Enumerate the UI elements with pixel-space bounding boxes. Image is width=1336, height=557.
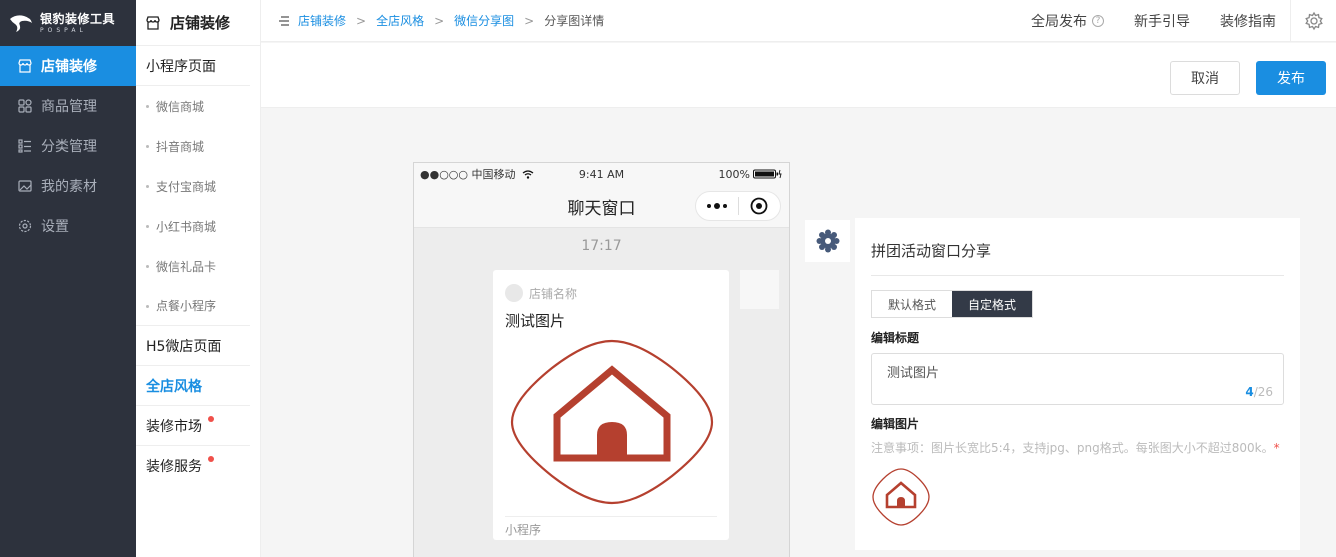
title-input-value: 测试图片	[887, 366, 940, 381]
title-input[interactable]: 测试图片 4/26	[871, 353, 1284, 405]
leopard-logo-icon	[10, 15, 32, 32]
question-icon[interactable]: ?	[1092, 14, 1104, 27]
user-avatar	[740, 270, 779, 309]
nav-item-label: 商品管理	[41, 99, 97, 115]
tab-default-format[interactable]: 默认格式	[872, 291, 952, 317]
notification-dot	[208, 456, 214, 462]
panel-divider	[871, 275, 1284, 276]
gear-icon	[18, 219, 32, 233]
breadcrumb-item[interactable]: 全店风格	[376, 12, 424, 29]
gear-icon	[1304, 11, 1323, 30]
subnav-title-label: 店铺装修	[170, 14, 231, 32]
top-actions: 全局发布 ? 新手引导 装修指南	[1031, 0, 1336, 41]
edit-image-label: 编辑图片	[871, 417, 920, 431]
nav-item-label: 我的素材	[41, 179, 97, 195]
publish-all-label: 全局发布	[1031, 13, 1087, 30]
close-capsule-button[interactable]	[739, 192, 781, 220]
breadcrumb-item[interactable]: 店铺装修	[298, 12, 346, 29]
shop-icon	[146, 15, 160, 30]
grid-icon	[18, 99, 32, 113]
subnav-service-label: 装修服务	[146, 459, 202, 475]
more-dots-button[interactable]	[696, 192, 738, 220]
share-card: 店铺名称 测试图片 小程序	[493, 270, 729, 540]
subnav-store-style[interactable]: 全店风格	[136, 366, 250, 406]
subnav-item-wechat-gift-card[interactable]: 微信礼品卡	[136, 246, 260, 286]
subnav-h5-pages[interactable]: H5微店页面	[136, 326, 250, 366]
nav-item-settings[interactable]: 设置	[0, 206, 136, 246]
subnav-item-ordering-mini-program[interactable]: 点餐小程序	[136, 286, 250, 326]
subnav-title: 店铺装修	[136, 0, 260, 46]
share-card-footer: 小程序	[505, 516, 717, 538]
tab-custom-format[interactable]: 自定格式	[952, 291, 1032, 317]
nav-item-product-management[interactable]: 商品管理	[0, 86, 136, 126]
subnav-market-label: 装修市场	[146, 418, 202, 435]
nav-item-label: 店铺装修	[41, 59, 97, 75]
phone-time: 9:41 AM	[578, 167, 625, 181]
brand-subtitle: POSPAL	[40, 26, 87, 34]
notification-dot	[208, 416, 214, 422]
decoration-manual-link[interactable]: 装修指南	[1220, 11, 1276, 31]
shop-info: 店铺名称	[493, 270, 729, 302]
gear-icon	[816, 229, 839, 253]
required-mark: *	[1273, 441, 1280, 455]
nav-item-category-management[interactable]: 分类管理	[0, 126, 136, 166]
image-thumbnail[interactable]	[871, 467, 931, 527]
share-settings-panel: 拼团活动窗口分享 默认格式 自定格式 编辑标题 测试图片 4/26 编辑图片 注…	[855, 218, 1300, 550]
subnav-item-douyin-mall[interactable]: 抖音商城	[136, 126, 260, 166]
target-close-icon	[750, 197, 768, 215]
nav-item-label: 分类管理	[41, 139, 97, 155]
secondary-sidebar: 店铺装修 小程序页面 微信商城 抖音商城 支付宝商城 小红书商城 微信礼品卡 点…	[136, 0, 261, 557]
chat-window-header: 聊天窗口	[414, 185, 789, 228]
share-card-title: 测试图片	[505, 312, 566, 330]
breadcrumb-separator: >	[356, 13, 367, 28]
subnav-decoration-service[interactable]: 装修服务	[136, 446, 250, 486]
subnav-item-wechat-mall[interactable]: 微信商城	[136, 86, 260, 126]
hint-text: 注意事项：图片长宽比5:4，支持jpg、png格式。每张图大小不超过800k。	[871, 441, 1274, 455]
mini-program-capsule	[695, 191, 781, 221]
nav-item-label: 设置	[41, 219, 69, 235]
nav-item-my-materials[interactable]: 我的素材	[0, 166, 136, 206]
char-counter: 4/26	[1245, 385, 1273, 399]
cancel-button[interactable]: 取消	[1170, 61, 1240, 95]
subnav-decoration-market[interactable]: 装修市场	[136, 406, 250, 446]
subnav-item-xiaohongshu-mall[interactable]: 小红书商城	[136, 206, 260, 246]
shop-icon	[18, 59, 32, 73]
breadcrumb-separator: >	[434, 13, 445, 28]
publish-all-link[interactable]: 全局发布 ?	[1031, 11, 1104, 31]
settings-button[interactable]	[1290, 0, 1336, 41]
action-bar: 取消 发布	[261, 43, 1336, 108]
breadcrumb-current: 分享图详情	[544, 14, 605, 28]
phone-status-bar: ●●○○○ 中国移动 9:41 AM 100%	[414, 163, 789, 185]
publish-button[interactable]: 发布	[1256, 61, 1326, 95]
more-dots-icon	[706, 203, 727, 209]
breadcrumb-separator: >	[524, 13, 535, 28]
char-count-max: /26	[1253, 385, 1273, 399]
shop-avatar	[505, 284, 523, 302]
char-count-current: 4	[1245, 385, 1254, 399]
panel-title: 拼团活动窗口分享	[871, 242, 992, 260]
phone-preview: ●●○○○ 中国移动 9:41 AM 100% 聊天窗口 17:17 店铺名称 …	[413, 162, 790, 557]
home-image-icon	[510, 339, 714, 505]
format-toggle: 默认格式 自定格式	[871, 290, 1033, 318]
beginner-guide-link[interactable]: 新手引导	[1134, 11, 1190, 31]
breadcrumb-item[interactable]: 微信分享图	[454, 12, 514, 29]
list-icon	[18, 139, 31, 153]
menu-lines-icon	[279, 15, 289, 26]
brand-logo[interactable]: 银豹装修工具 POSPAL	[0, 0, 136, 46]
nav-item-shop-decoration[interactable]: 店铺装修	[0, 46, 136, 86]
subnav-item-alipay-mall[interactable]: 支付宝商城	[136, 166, 260, 206]
image-requirements-hint: 注意事项：图片长宽比5:4，支持jpg、png格式。每张图大小不超过800k。*	[871, 439, 1280, 456]
top-bar: 店铺装修 > 全店风格 > 微信分享图 > 分享图详情 全局发布 ? 新手引导 …	[261, 0, 1336, 42]
image-icon	[18, 180, 32, 192]
component-settings-tab[interactable]	[805, 220, 850, 262]
main-sidebar: 银豹装修工具 POSPAL 店铺装修 商品管理 分类管理 我的素材 设置	[0, 0, 136, 557]
chat-timestamp: 17:17	[581, 238, 622, 254]
brand-title: 银豹装修工具	[40, 11, 116, 26]
shop-name: 店铺名称	[529, 286, 578, 301]
edit-title-label: 编辑标题	[871, 331, 920, 345]
chat-window-title: 聊天窗口	[567, 198, 636, 219]
breadcrumb: 店铺装修 > 全店风格 > 微信分享图 > 分享图详情	[261, 12, 604, 29]
subnav-mini-program[interactable]: 小程序页面	[136, 46, 250, 86]
